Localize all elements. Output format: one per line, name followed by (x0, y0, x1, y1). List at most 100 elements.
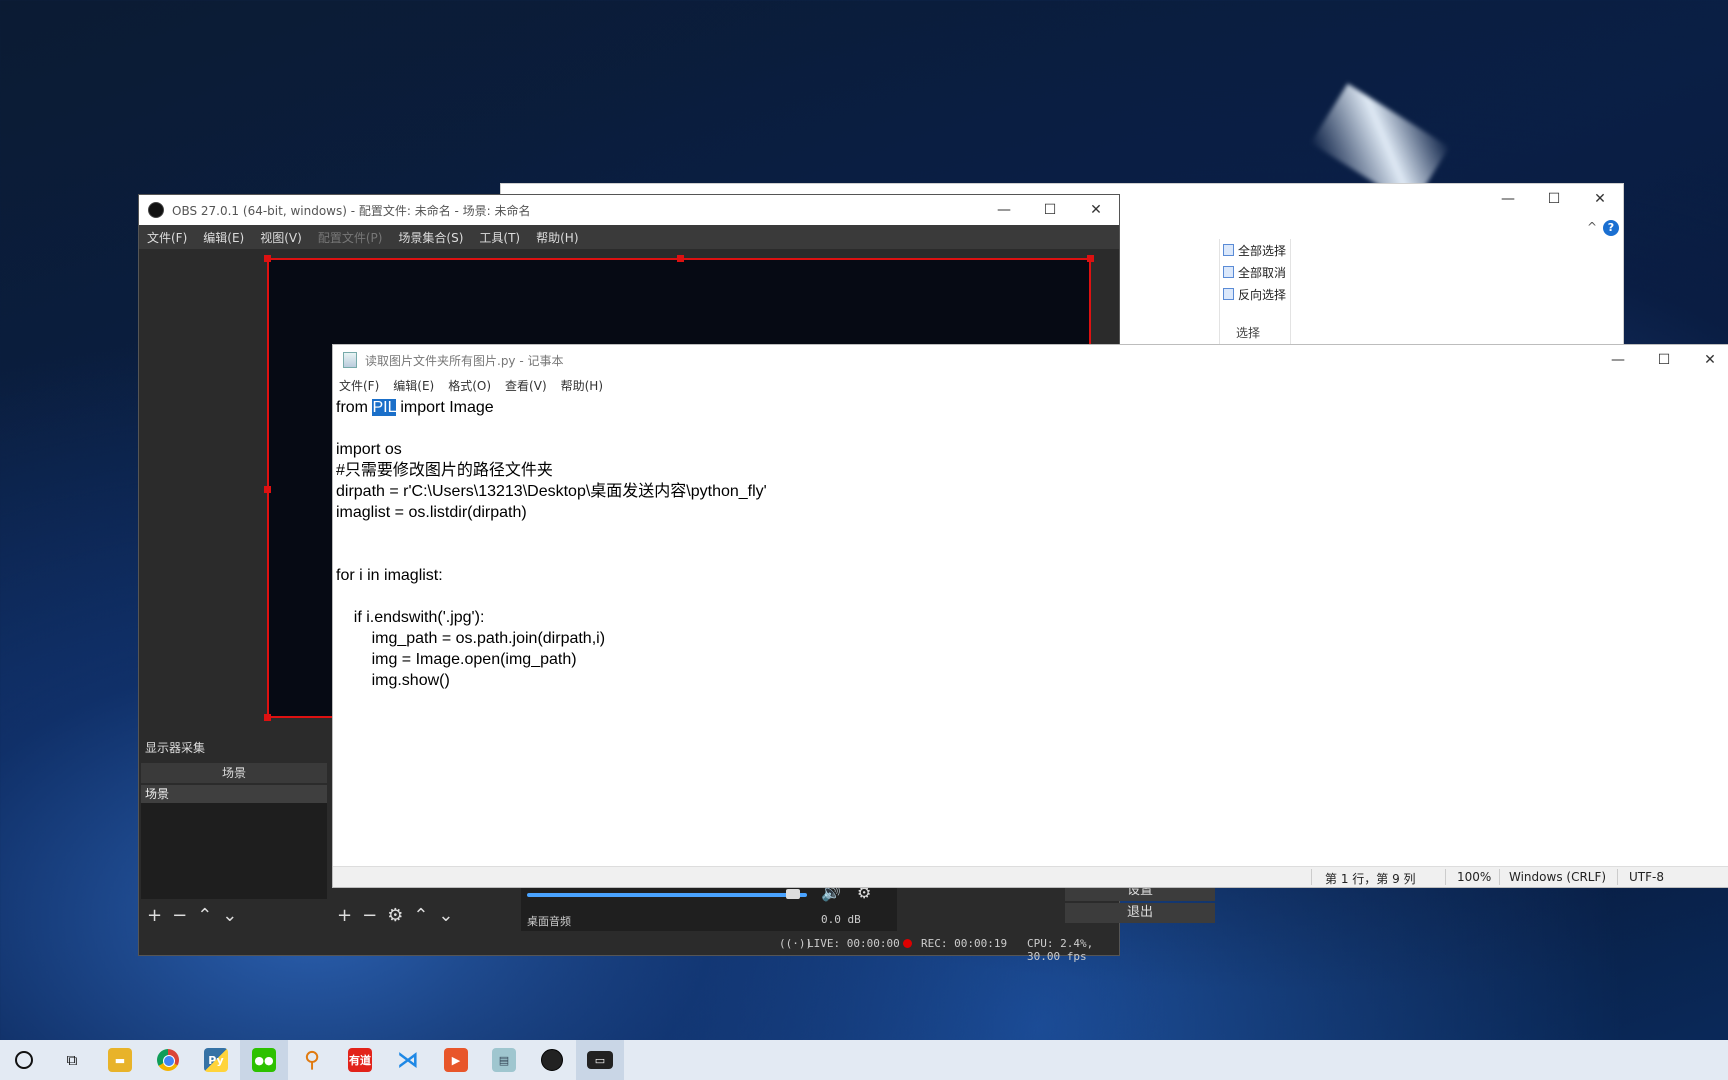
resize-handle[interactable] (264, 255, 271, 262)
scene-list-item[interactable]: 场景 (141, 785, 327, 803)
obs-icon[interactable] (528, 1040, 576, 1080)
minimize-button[interactable]: — (981, 195, 1027, 225)
wechat-icon[interactable]: ●● (240, 1040, 288, 1080)
menu-file[interactable]: 文件(F) (147, 229, 187, 246)
line-ending: Windows (CRLF) (1509, 870, 1607, 884)
help-icon[interactable]: ? (1603, 220, 1619, 236)
menu-help[interactable]: 帮助(H) (536, 229, 578, 246)
text-editor[interactable]: from PIL import Image import os #只需要修改图片… (335, 397, 1728, 867)
close-button[interactable]: ✕ (1577, 184, 1623, 214)
notepad-window-controls: — ☐ ✕ (1595, 345, 1728, 375)
youdao-label: 有道 (348, 1048, 372, 1072)
volume-slider[interactable] (527, 893, 807, 897)
remove-icon[interactable]: − (172, 905, 187, 926)
select-all-label: 全部选择 (1238, 243, 1287, 258)
rec-indicator-icon (903, 939, 912, 948)
resize-handle[interactable] (264, 486, 271, 493)
select-all-button[interactable]: 全部选择 (1220, 239, 1290, 261)
resize-handle[interactable] (1087, 255, 1094, 262)
divider (1499, 869, 1500, 885)
move-up-icon[interactable]: ⌃ (197, 905, 212, 926)
close-button[interactable]: ✕ (1073, 195, 1119, 225)
collapse-ribbon-icon[interactable]: ^ (1587, 220, 1597, 234)
obs-titlebar[interactable]: OBS 27.0.1 (64-bit, windows) - 配置文件: 未命名… (139, 195, 1119, 225)
menu-file[interactable]: 文件(F) (339, 377, 379, 394)
add-icon[interactable]: + (147, 905, 162, 926)
minimize-button[interactable]: — (1595, 345, 1641, 375)
divider (1617, 869, 1618, 885)
cursor-position: 第 1 行，第 9 列 (1325, 872, 1416, 886)
resize-handle[interactable] (264, 714, 271, 721)
menu-view[interactable]: 视图(V) (260, 229, 302, 246)
select-none-button[interactable]: 全部取消 (1220, 261, 1290, 283)
foxit-icon[interactable]: ▶ (432, 1040, 480, 1080)
source-name-label: 显示器采集 (145, 741, 206, 755)
select-group-label: 选择 (1236, 326, 1261, 340)
live-status: LIVE: 00:00:00 (807, 937, 900, 950)
invert-selection-icon (1223, 288, 1234, 300)
menu-help[interactable]: 帮助(H) (561, 377, 603, 394)
terminal-icon[interactable]: ▭ (576, 1040, 624, 1080)
rec-status: REC: 00:00:19 (921, 937, 1008, 950)
code-text: from (336, 399, 373, 416)
mixer-db-value: 0.0 dB (821, 913, 861, 926)
obs-menubar: 文件(F) 编辑(E) 视图(V) 配置文件(P) 场景集合(S) 工具(T) … (139, 225, 1119, 249)
gear-icon[interactable]: ⚙ (387, 905, 403, 926)
scenes-dock-header: 场景 (141, 763, 327, 783)
move-up-icon[interactable]: ⌃ (413, 905, 428, 926)
exit-button[interactable]: 退出 (1065, 903, 1215, 923)
move-down-icon[interactable]: ⌄ (438, 905, 453, 926)
youdao-icon[interactable]: 有道 (336, 1040, 384, 1080)
code-text: import os #只需要修改图片的路径文件夹 dirpath = r'C:\… (336, 441, 767, 689)
menu-edit[interactable]: 编辑(E) (203, 229, 244, 246)
menu-edit[interactable]: 编辑(E) (393, 377, 434, 394)
cpu-status: CPU: 2.4%, 30.00 fps (1027, 937, 1094, 963)
notepad-status-bar: 第 1 行，第 9 列 100% Windows (CRLF) UTF-8 (333, 866, 1728, 887)
notepad-icon (343, 352, 357, 368)
menu-scene-collection[interactable]: 场景集合(S) (398, 229, 463, 246)
divider (1445, 869, 1446, 885)
taskbar: ⧉ ▬ Py ●● ⚲ 有道 ⋊ ▶ ▤ ▭ (0, 1040, 1728, 1080)
search-tool-icon[interactable]: ⚲ (288, 1040, 336, 1080)
notepad-menubar: 文件(F) 编辑(E) 格式(O) 查看(V) 帮助(H) (333, 375, 1728, 395)
scenes-list[interactable] (141, 803, 327, 899)
obs-window-controls: — ☐ ✕ (981, 195, 1119, 225)
move-down-icon[interactable]: ⌄ (222, 905, 237, 926)
obs-logo-icon (148, 202, 164, 218)
menu-format[interactable]: 格式(O) (448, 377, 491, 394)
maximize-button[interactable]: ☐ (1641, 345, 1687, 375)
zoom-level: 100% (1457, 870, 1492, 884)
chrome-icon[interactable] (144, 1040, 192, 1080)
invert-selection-button[interactable]: 反向选择 (1220, 283, 1290, 305)
minimize-button[interactable]: — (1485, 184, 1531, 214)
scenes-toolbar: + − ⌃ ⌄ (147, 905, 237, 926)
python-icon[interactable]: Py (192, 1040, 240, 1080)
notepad-window[interactable]: 读取图片文件夹所有图片.py - 记事本 — ☐ ✕ 文件(F) 编辑(E) 格… (332, 344, 1728, 888)
volume-slider-handle[interactable] (786, 889, 800, 899)
vscode-icon[interactable]: ⋊ (384, 1040, 432, 1080)
close-button[interactable]: ✕ (1687, 345, 1728, 375)
mixer-track-name: 桌面音频 (527, 915, 571, 928)
obs-status-bar: ((·)) LIVE: 00:00:00 REC: 00:00:19 CPU: … (139, 931, 1119, 963)
notepad-titlebar[interactable]: 读取图片文件夹所有图片.py - 记事本 — ☐ ✕ (333, 345, 1728, 375)
menu-tools[interactable]: 工具(T) (479, 229, 520, 246)
maximize-button[interactable]: ☐ (1027, 195, 1073, 225)
task-view-icon[interactable]: ⧉ (48, 1040, 96, 1080)
divider (1311, 869, 1312, 885)
select-all-icon (1223, 244, 1234, 256)
maximize-button[interactable]: ☐ (1531, 184, 1577, 214)
invert-selection-label: 反向选择 (1238, 287, 1287, 302)
notepad-window-title: 读取图片文件夹所有图片.py - 记事本 (365, 353, 564, 368)
menu-profile[interactable]: 配置文件(P) (318, 229, 383, 246)
remove-icon[interactable]: − (362, 905, 377, 926)
menu-view[interactable]: 查看(V) (505, 377, 547, 394)
encoding: UTF-8 (1629, 870, 1664, 884)
notepad-icon[interactable]: ▤ (480, 1040, 528, 1080)
search-icon[interactable] (0, 1040, 48, 1080)
add-icon[interactable]: + (337, 905, 352, 926)
explorer-window-controls: — ☐ ✕ (1485, 184, 1623, 214)
resize-handle[interactable] (677, 255, 684, 262)
sources-toolbar: + − ⚙ ⌃ ⌄ (337, 905, 454, 926)
select-none-icon (1223, 266, 1234, 278)
file-explorer-icon[interactable]: ▬ (96, 1040, 144, 1080)
